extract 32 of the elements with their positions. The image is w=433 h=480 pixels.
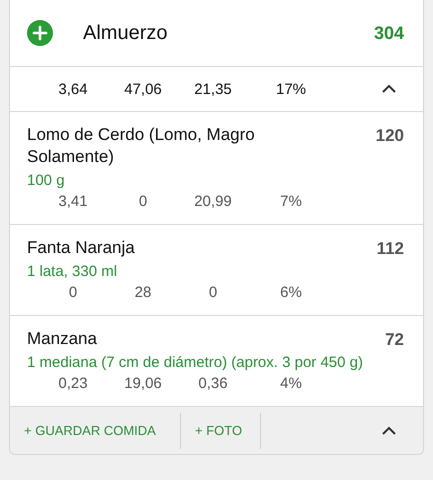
nutrient-value: 19,06 (123, 375, 163, 392)
serving-size: 100 g (27, 172, 66, 189)
food-calories: 120 (376, 125, 404, 146)
meal-calories: 304 (374, 22, 404, 44)
food-calories: 112 (376, 238, 404, 259)
total-value: 3,64 (57, 80, 89, 98)
nutrient-value: 6% (279, 284, 303, 301)
total-value: 17% (274, 80, 308, 98)
footer-button[interactable]: + GUARDAR COMIDA (10, 412, 181, 448)
nutrient-value: 20,99 (193, 193, 233, 210)
footer-button[interactable]: + FOTO (181, 412, 262, 448)
nutrient-value: 0 (68, 284, 78, 301)
food-name[interactable]: Lomo de Cerdo (Lomo, Magro Solamente) (27, 124, 257, 168)
serving-size: 1 mediana (7 cm de diámetro) (aprox. 3 por 450 g) (27, 354, 364, 371)
collapse-icon[interactable] (381, 426, 397, 436)
nutrient-value: 0 (208, 284, 218, 301)
food-calories: 72 (385, 329, 404, 350)
nutrient-value: 4% (279, 375, 303, 392)
nutrient-value: 3,41 (57, 193, 89, 210)
food-name[interactable]: Manzana (27, 328, 257, 350)
nutrient-value: 0 (138, 193, 148, 210)
meal-title: Almuerzo (83, 22, 168, 44)
serving-size: 1 lata, 330 ml (27, 263, 118, 280)
add-icon[interactable] (27, 20, 53, 46)
nutrient-value: 0,36 (197, 375, 229, 392)
total-value: 21,35 (193, 80, 233, 98)
collapse-icon[interactable] (381, 84, 397, 94)
nutrient-value: 28 (134, 284, 152, 301)
nutrient-value: 7% (279, 193, 303, 210)
nutrient-value: 0,23 (57, 375, 89, 392)
total-value: 47,06 (123, 80, 163, 98)
food-name[interactable]: Fanta Naranja (27, 237, 257, 259)
